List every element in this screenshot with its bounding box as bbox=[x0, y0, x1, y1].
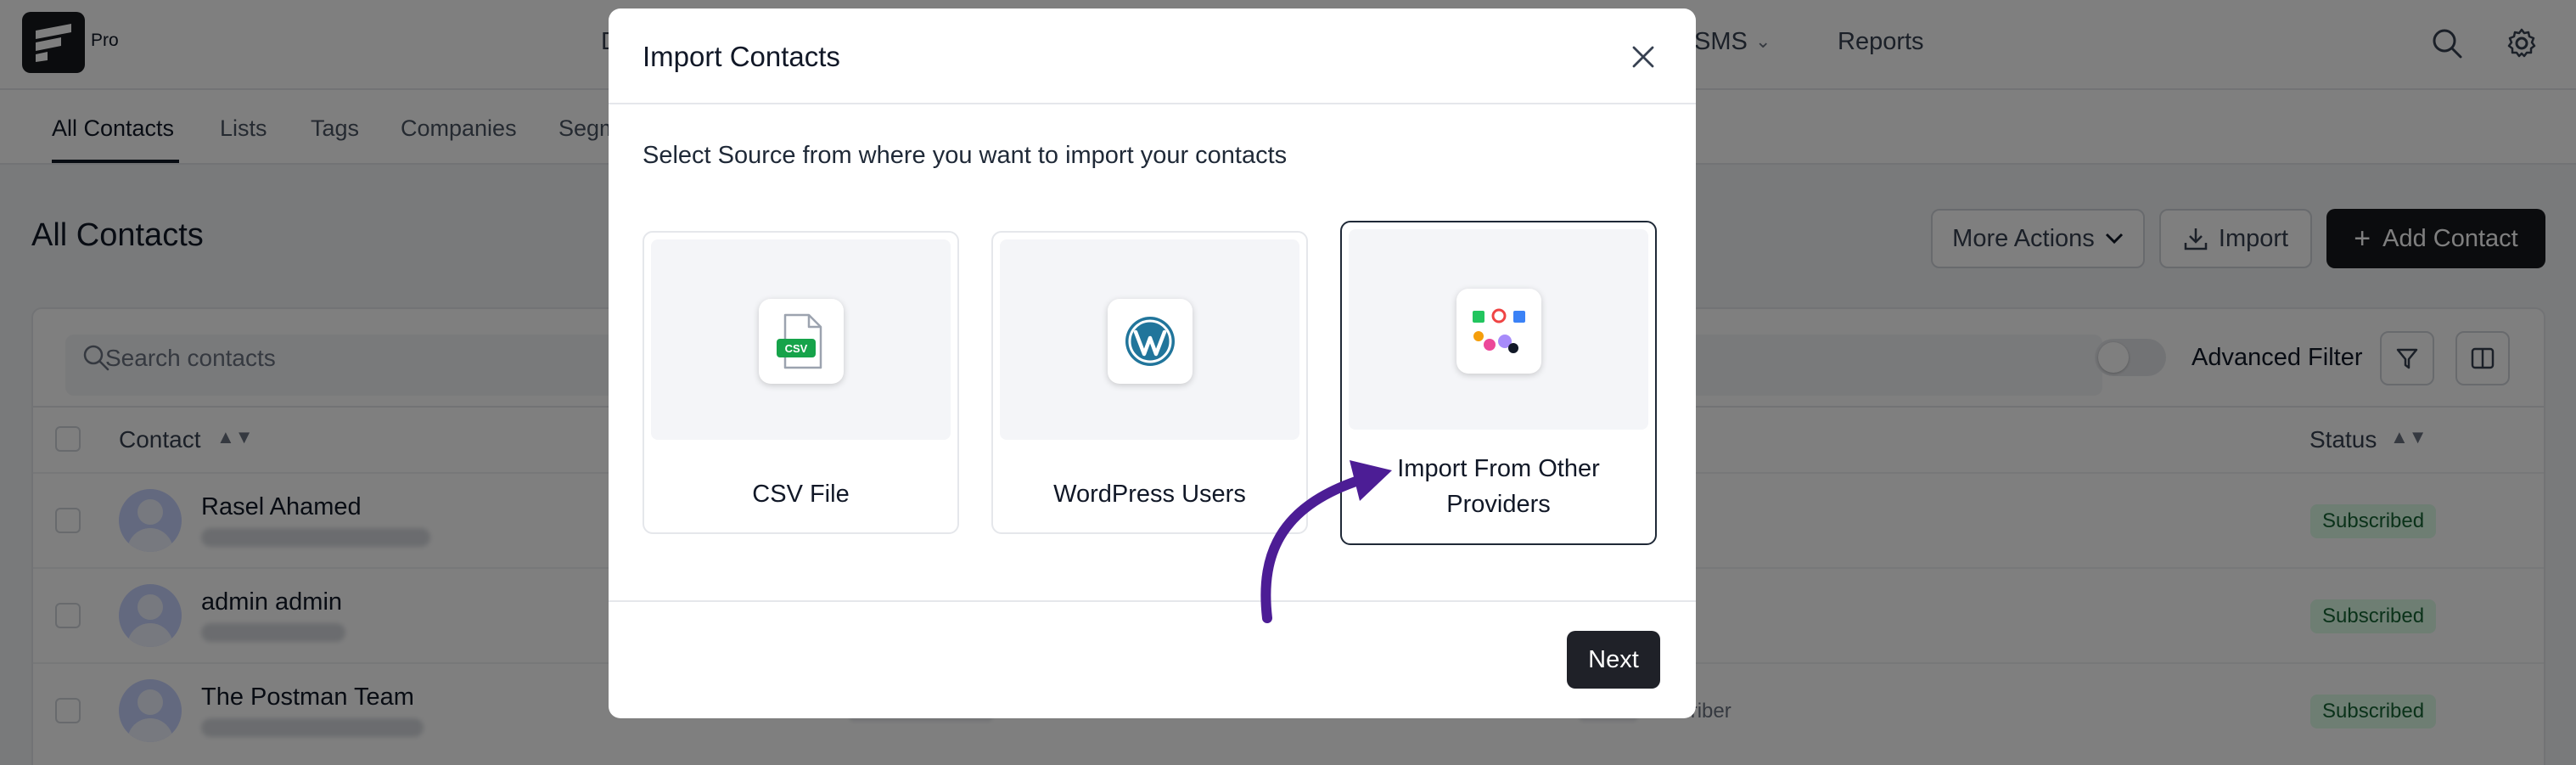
wordpress-icon bbox=[1107, 299, 1193, 384]
option-thumbnail: CSV bbox=[651, 239, 951, 440]
next-button[interactable]: Next bbox=[1567, 631, 1660, 689]
modal-footer-divider bbox=[609, 600, 1696, 602]
close-icon bbox=[1632, 46, 1654, 68]
modal-subtitle: Select Source from where you want to imp… bbox=[643, 142, 1288, 169]
option-thumbnail bbox=[1349, 229, 1648, 430]
annotation-arrow-icon bbox=[1260, 460, 1392, 623]
modal-title: Import Contacts bbox=[643, 41, 840, 72]
import-option-csv[interactable]: CSV CSV File bbox=[643, 231, 959, 534]
option-label: CSV File bbox=[752, 481, 850, 508]
providers-icon bbox=[1456, 289, 1541, 374]
csv-file-icon: CSV bbox=[758, 299, 844, 384]
modal-header: Import Contacts bbox=[609, 8, 1696, 104]
import-contacts-modal: Import Contacts Select Source from where… bbox=[609, 8, 1696, 718]
close-button[interactable] bbox=[1625, 39, 1661, 75]
option-thumbnail bbox=[1000, 239, 1299, 440]
svg-text:CSV: CSV bbox=[784, 342, 807, 355]
